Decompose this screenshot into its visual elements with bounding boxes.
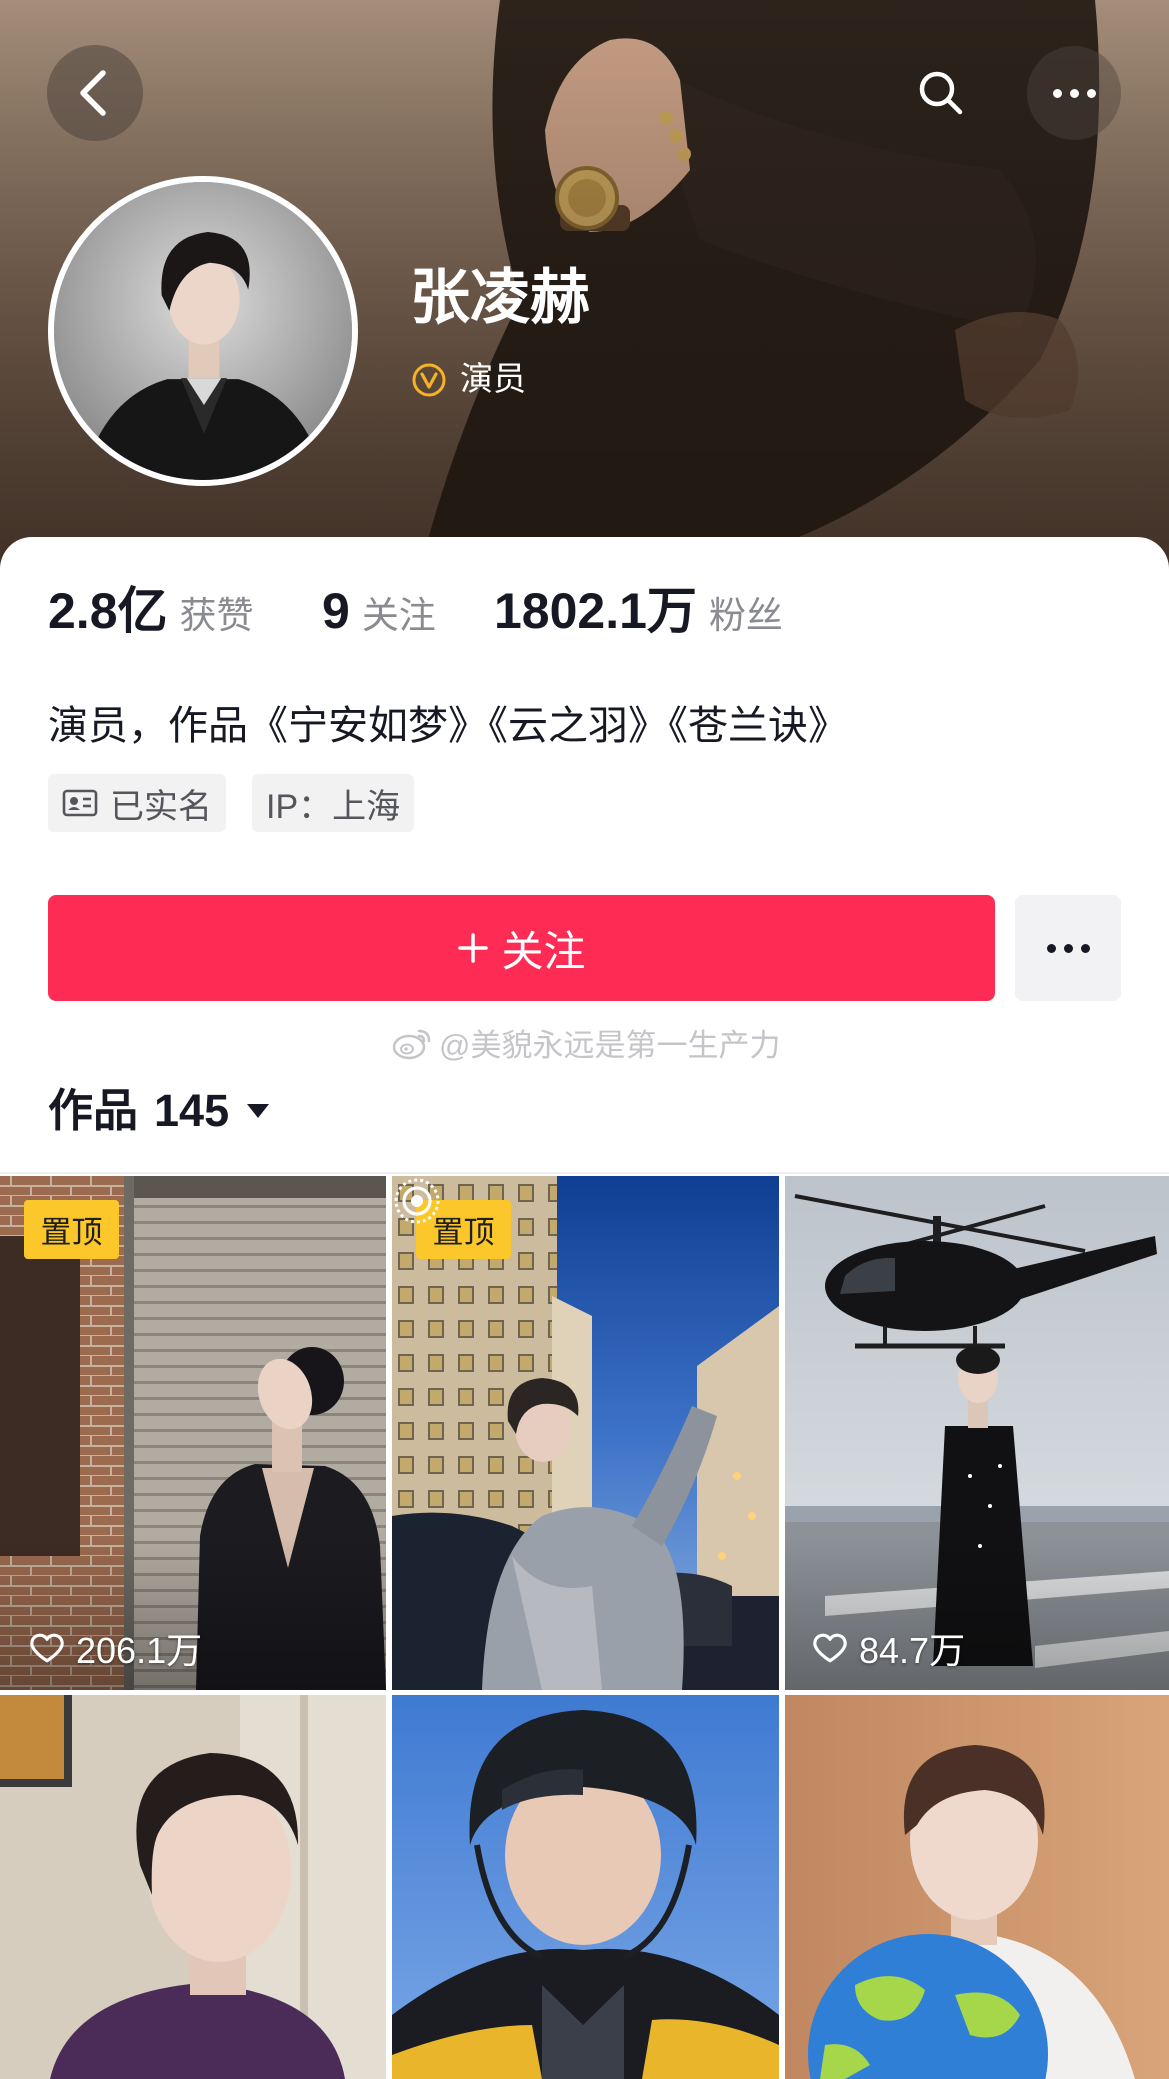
more-horizontal-icon: [1063, 943, 1073, 953]
stat-followers[interactable]: 1802.1万 粉丝: [494, 586, 783, 636]
follow-button[interactable]: 关注: [48, 895, 995, 1001]
tag-label: 已实名: [110, 787, 212, 826]
back-button[interactable]: [47, 45, 143, 141]
live-photo-icon: [394, 1178, 440, 1224]
avatar-photo: [54, 182, 352, 480]
watermark: @美貌永远是第一生产力: [391, 1020, 780, 1065]
heart-outline-icon: [813, 1633, 847, 1663]
works-count: 145: [154, 1085, 230, 1136]
follow-label: 关注: [501, 927, 586, 975]
stat-following[interactable]: 9 关注: [322, 586, 436, 636]
video-thumbnail[interactable]: 置顶: [392, 1176, 779, 1690]
more-horizontal-icon: [1069, 88, 1079, 98]
like-count: 84.7万: [811, 1622, 965, 1674]
video-thumbnail[interactable]: 84.7万: [785, 1176, 1169, 1690]
chevron-left-icon: [80, 70, 106, 116]
video-thumbnail[interactable]: [785, 1695, 1169, 2079]
profile-name: 张凌赫: [410, 264, 590, 331]
more-actions-button[interactable]: [1015, 895, 1121, 1001]
like-count: 206.1万: [28, 1622, 202, 1674]
works-tab[interactable]: 作品 145: [48, 1088, 271, 1133]
search-button[interactable]: [911, 63, 971, 123]
verified-v-icon: [412, 363, 446, 397]
divider: [0, 1172, 1169, 1174]
stat-likes: 2.8亿 获赞: [48, 586, 254, 636]
verified-label: 演员: [460, 360, 526, 397]
search-icon: [919, 71, 963, 115]
video-thumbnail[interactable]: [392, 1695, 779, 2079]
more-horizontal-icon: [1052, 88, 1062, 98]
profile-bio: 演员，作品《宁安如梦》《云之羽》《苍兰诀》: [48, 704, 848, 748]
id-card-icon: [62, 789, 98, 817]
watermark-text: @美貌永远是第一生产力: [439, 1028, 781, 1063]
more-options-button[interactable]: [1027, 46, 1121, 140]
stat-label: 粉丝: [708, 595, 783, 636]
thumbnail-photo: [392, 1695, 779, 2079]
video-thumbnail[interactable]: 置顶 206.1万: [0, 1176, 386, 1690]
avatar[interactable]: [48, 176, 358, 486]
works-label: 作品: [48, 1085, 139, 1136]
like-count-text: 206.1万: [76, 1630, 203, 1671]
more-horizontal-icon: [1046, 943, 1056, 953]
more-horizontal-icon: [1080, 943, 1090, 953]
heart-outline-icon: [30, 1633, 64, 1663]
weibo-icon: [392, 1029, 431, 1059]
thumbnail-photo: [785, 1695, 1169, 2079]
like-count-text: 84.7万: [859, 1630, 966, 1671]
stat-label: 关注: [361, 595, 436, 636]
tag-ip-location: IP：上海: [252, 774, 415, 832]
thumbnail-photo: [0, 1695, 386, 2079]
stat-value: 1802.1万: [494, 583, 697, 639]
thumbnail-photo: [785, 1176, 1169, 1690]
tag-verified-identity: 已实名: [48, 774, 226, 832]
caret-down-icon: [247, 1103, 270, 1118]
stat-label: 获赞: [179, 595, 254, 636]
video-thumbnail[interactable]: [0, 1695, 386, 2079]
more-horizontal-icon: [1086, 88, 1096, 98]
stat-value: 9: [322, 583, 350, 639]
stat-value: 2.8亿: [48, 583, 168, 639]
tag-label: IP：上海: [266, 787, 401, 826]
pinned-badge: 置顶: [24, 1200, 119, 1259]
plus-icon: [458, 933, 489, 963]
